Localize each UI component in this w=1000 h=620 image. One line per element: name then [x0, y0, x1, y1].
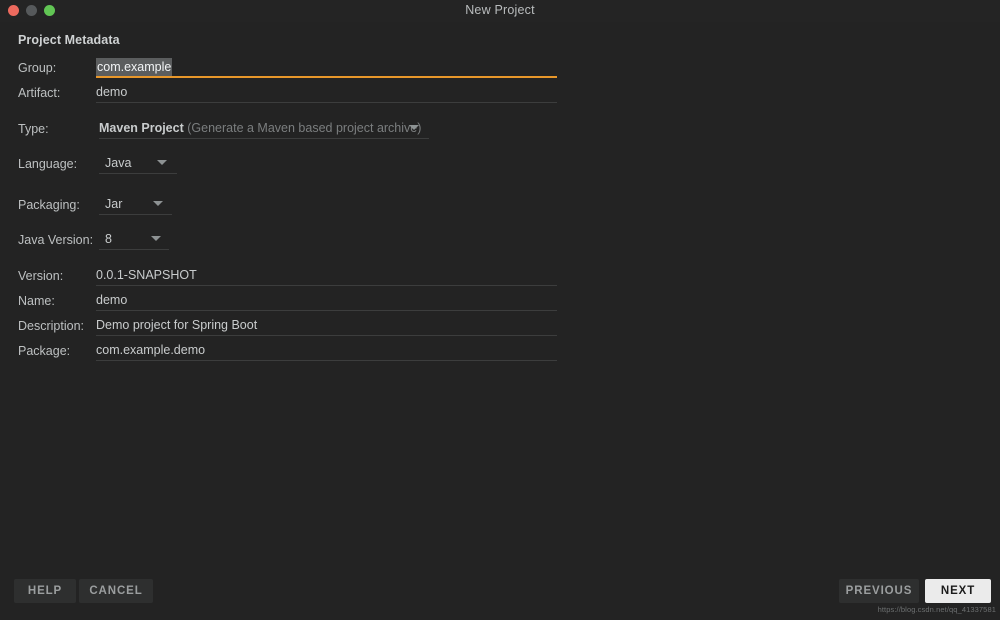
chevron-down-icon[interactable]	[157, 160, 167, 165]
artifact-value: demo	[96, 85, 128, 99]
description-value: Demo project for Spring Boot	[96, 318, 258, 332]
artifact-input[interactable]: demo	[96, 83, 557, 103]
chevron-down-icon[interactable]	[151, 236, 161, 241]
new-project-dialog: New Project Project Metadata Group: com.…	[0, 0, 1000, 620]
form-row-description: Description: Demo project for Spring Boo…	[0, 318, 1000, 340]
form-row-packaging: Packaging: Jar	[0, 197, 1000, 219]
packaging-value: Jar	[105, 197, 123, 211]
name-value: demo	[96, 293, 128, 307]
package-input[interactable]: com.example.demo	[96, 341, 557, 361]
dialog-body: Project Metadata Group: com.example Arti…	[0, 22, 1000, 570]
java-version-dropdown[interactable]: 8	[99, 230, 169, 250]
java-version-label: Java Version:	[18, 233, 94, 247]
form-row-package: Package: com.example.demo	[0, 343, 1000, 365]
version-value: 0.0.1-SNAPSHOT	[96, 268, 197, 282]
description-input[interactable]: Demo project for Spring Boot	[96, 316, 557, 336]
packaging-label: Packaging:	[18, 198, 80, 212]
form-row-java-version: Java Version: 8	[0, 232, 1000, 254]
java-version-value: 8	[105, 232, 112, 246]
form-row-version: Version: 0.0.1-SNAPSHOT	[0, 268, 1000, 290]
chevron-down-icon[interactable]	[409, 125, 419, 130]
group-label: Group:	[18, 61, 57, 75]
chevron-down-icon[interactable]	[153, 201, 163, 206]
form-row-language: Language: Java	[0, 156, 1000, 178]
page-title: Project Metadata	[18, 33, 120, 47]
language-dropdown[interactable]: Java	[99, 154, 177, 174]
type-value: Maven Project	[99, 121, 184, 135]
dialog-footer: HELP CANCEL PREVIOUS NEXT https://blog.c…	[0, 570, 1000, 620]
name-label: Name:	[18, 294, 55, 308]
form-row-group: Group: com.example	[0, 58, 1000, 82]
title-bar: New Project	[0, 0, 1000, 22]
next-button[interactable]: NEXT	[925, 579, 991, 603]
watermark: https://blog.csdn.net/qq_41337581	[877, 605, 996, 614]
language-label: Language:	[18, 157, 78, 171]
help-button[interactable]: HELP	[14, 579, 76, 603]
artifact-label: Artifact:	[18, 86, 61, 100]
type-dropdown[interactable]: Maven Project (Generate a Maven based pr…	[99, 119, 429, 139]
type-label: Type:	[18, 122, 49, 136]
group-input[interactable]: com.example	[96, 58, 557, 78]
type-value-wrap: Maven Project (Generate a Maven based pr…	[99, 120, 421, 136]
description-label: Description:	[18, 319, 84, 333]
form-row-type: Type: Maven Project (Generate a Maven ba…	[0, 121, 1000, 143]
package-value: com.example.demo	[96, 343, 206, 357]
cancel-button[interactable]: CANCEL	[79, 579, 153, 603]
form-row-artifact: Artifact: demo	[0, 85, 1000, 107]
previous-button[interactable]: PREVIOUS	[839, 579, 919, 603]
type-hint: (Generate a Maven based project archive)	[187, 121, 422, 135]
package-label: Package:	[18, 344, 71, 358]
version-label: Version:	[18, 269, 64, 283]
group-value: com.example	[96, 58, 173, 76]
name-input[interactable]: demo	[96, 291, 557, 311]
language-value: Java	[105, 156, 132, 170]
packaging-dropdown[interactable]: Jar	[99, 195, 172, 215]
form-row-name: Name: demo	[0, 293, 1000, 315]
version-input[interactable]: 0.0.1-SNAPSHOT	[96, 266, 557, 286]
window-title: New Project	[465, 3, 535, 17]
